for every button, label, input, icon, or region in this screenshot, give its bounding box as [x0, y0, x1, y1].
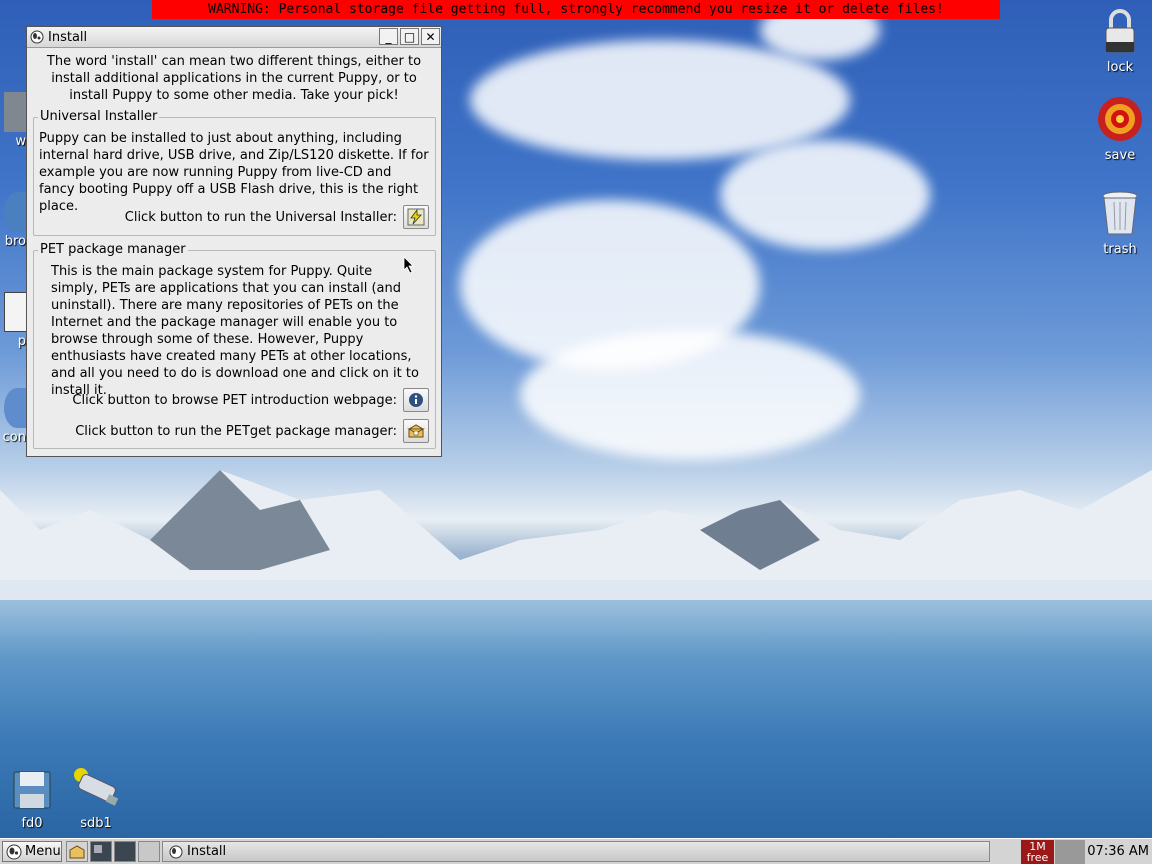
info-icon [409, 393, 423, 407]
desktop-icon-partial-connect[interactable]: con [0, 388, 30, 445]
close-button[interactable]: ✕ [421, 28, 440, 45]
desktop-icon-lock[interactable]: lock [1085, 8, 1152, 75]
save-target-icon [1098, 97, 1142, 141]
puppy-app-icon [169, 845, 183, 858]
browse-pet-webpage-button[interactable] [403, 388, 429, 412]
desktop-icon-sdb1[interactable]: sdb1 [61, 766, 131, 831]
universal-installer-label: Click button to run the Universal Instal… [124, 209, 397, 225]
storage-warning-banner: WARNING: Personal storage file getting f… [152, 0, 1000, 19]
desktop-icon-fd0[interactable]: fd0 [0, 770, 67, 831]
run-petget-button[interactable] [403, 419, 429, 443]
desktop-icon-partial-browse[interactable]: bro [0, 192, 30, 249]
install-window: Install _ □ ✕ The word 'install' can mea… [26, 26, 442, 457]
desktop-icon-label: fd0 [21, 816, 43, 831]
free-memory-indicator[interactable]: 1M free [1021, 840, 1054, 864]
pet-package-manager-text: This is the main package system for Pupp… [51, 264, 419, 398]
puppy-menu-icon [6, 844, 22, 859]
window-titlebar[interactable]: Install _ □ ✕ [27, 27, 441, 48]
universal-installer-frame: Universal Installer Puppy can be install… [33, 109, 436, 236]
desktop-icon-trash[interactable]: trash [1085, 190, 1152, 257]
minimize-button[interactable]: _ [379, 28, 398, 45]
puppy-app-icon [30, 30, 44, 44]
lake [0, 600, 1152, 838]
lightning-icon [407, 208, 425, 226]
universal-installer-text: Puppy can be installed to just about any… [39, 131, 429, 214]
menu-label: Menu [25, 844, 61, 859]
desktop-icon-label: lock [1106, 60, 1134, 75]
desktop-icon-partial-w[interactable]: w [0, 92, 30, 149]
run-petget-row: Click button to run the PETget package m… [75, 419, 429, 443]
floppy-icon [13, 771, 51, 809]
clock[interactable]: 07:36 AM [1087, 841, 1149, 862]
universal-installer-title: Universal Installer [38, 109, 160, 124]
cloud [520, 330, 860, 460]
mouse-cursor-icon [403, 256, 414, 274]
mountain-range [0, 470, 1152, 610]
pager-window-marker [94, 844, 102, 853]
taskbar-item-label: Install [187, 844, 227, 859]
desktop-icon-label: save [1104, 148, 1136, 163]
browse-pet-label: Click button to browse PET introduction … [72, 392, 397, 408]
free-memory-unit: free [1026, 851, 1049, 864]
pet-package-manager-title: PET package manager [38, 242, 188, 257]
desktop-icon-save[interactable]: save [1085, 96, 1152, 163]
system-tray [1055, 840, 1085, 864]
intro-text: The word 'install' can mean two differen… [46, 54, 422, 103]
taskbar: Menu Install 1M free 07:36 AM [0, 838, 1152, 864]
desktop-icon-label: sdb1 [80, 816, 112, 831]
padlock-icon [1105, 9, 1135, 53]
pet-package-manager-frame: PET package manager This is the main pac… [33, 242, 436, 449]
universal-installer-row: Click button to run the Universal Instal… [125, 205, 429, 229]
run-universal-installer-button[interactable] [403, 205, 429, 229]
run-petget-label: Click button to run the PETget package m… [75, 423, 397, 439]
trash-icon [1102, 191, 1138, 235]
usb-drive-icon [74, 768, 119, 806]
taskbar-item-install[interactable]: Install [162, 841, 990, 862]
desktop-pager-3[interactable] [138, 841, 160, 862]
package-icon [69, 844, 85, 858]
quicklaunch-install[interactable] [66, 841, 88, 862]
browse-pet-row: Click button to browse PET introduction … [72, 388, 429, 412]
package-box-icon [407, 424, 425, 438]
desktop-pager-2[interactable] [114, 841, 136, 862]
desktop-icon-partial-p[interactable]: p [0, 292, 30, 349]
desktop-icon-label: trash [1103, 242, 1137, 257]
desktop-pager-1[interactable] [90, 841, 112, 862]
maximize-button[interactable]: □ [400, 28, 419, 45]
menu-button[interactable]: Menu [2, 841, 62, 862]
window-title: Install [48, 29, 88, 45]
cloud [720, 140, 930, 250]
